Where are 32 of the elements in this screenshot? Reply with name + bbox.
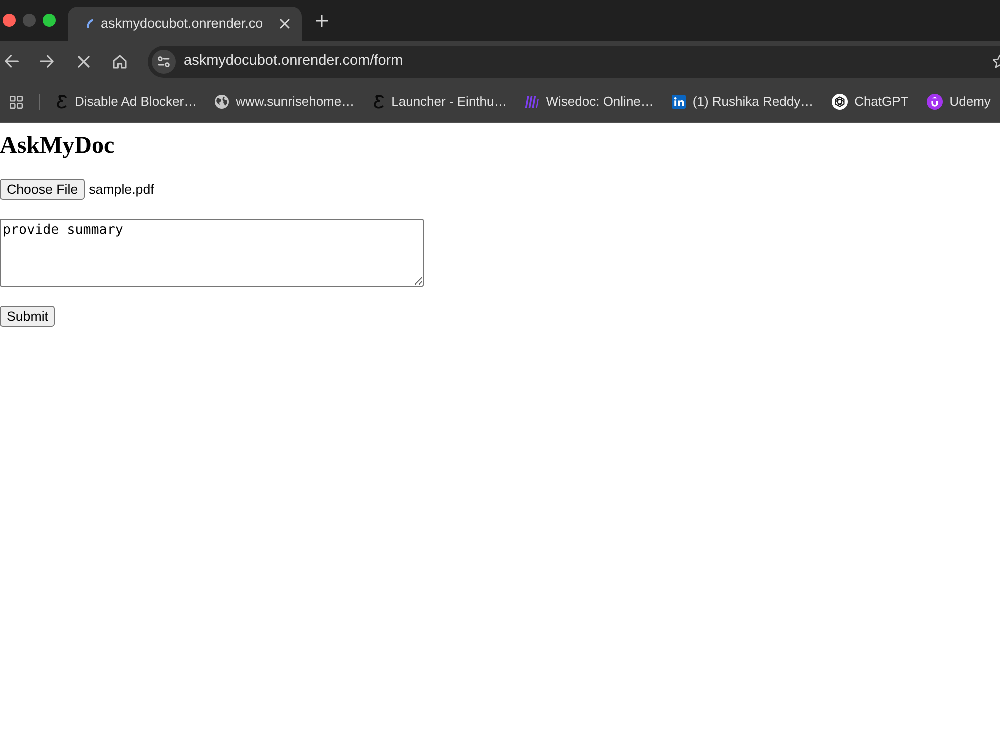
bookmark[interactable]: ChatGPT xyxy=(826,88,915,116)
in-logo-icon xyxy=(672,95,686,109)
browser-tab[interactable]: askmydocubot.onrender.co xyxy=(68,7,302,41)
close-window-icon[interactable] xyxy=(3,14,16,27)
question-field[interactable]: provide summary xyxy=(0,219,424,287)
u-badge-icon xyxy=(926,94,943,110)
page-heading: AskMyDoc xyxy=(0,132,115,160)
home-icon[interactable] xyxy=(113,54,127,68)
bookmark[interactable]: www.sunrisehome… xyxy=(209,88,361,116)
bookmark[interactable]: (1) Rushika Reddy… xyxy=(666,88,820,116)
bookmark[interactable]: Launcher - Einthu… xyxy=(366,88,514,116)
bookmark[interactable]: Wisedoc: Online… xyxy=(519,88,660,116)
address-bar[interactable]: askmydocubot.onrender.com/form xyxy=(148,46,1000,78)
script-logo-icon xyxy=(56,94,68,110)
close-tab-icon[interactable] xyxy=(280,19,290,29)
stop-icon[interactable] xyxy=(78,56,90,68)
bookmark-star-icon[interactable] xyxy=(992,54,1000,70)
script-logo-icon xyxy=(372,94,385,110)
bookmark[interactable]: Udemy xyxy=(920,88,997,116)
new-tab-icon[interactable] xyxy=(316,14,328,26)
striped-logo-icon xyxy=(525,96,540,108)
submit-button[interactable]: Submit xyxy=(0,306,56,327)
bookmark[interactable]: Disable Ad Blocker… xyxy=(50,88,204,116)
file-name: sample.pdf xyxy=(89,182,154,197)
site-settings-icon[interactable] xyxy=(152,50,176,74)
apps-grid-icon[interactable] xyxy=(10,96,23,108)
knot-logo-icon xyxy=(832,94,848,110)
forward-arrow-icon[interactable] xyxy=(40,55,54,68)
globe-icon xyxy=(215,95,230,109)
choose-file-button[interactable]: Choose File xyxy=(0,179,86,200)
back-arrow-icon[interactable] xyxy=(5,55,19,68)
maximize-window-icon[interactable] xyxy=(43,14,56,27)
